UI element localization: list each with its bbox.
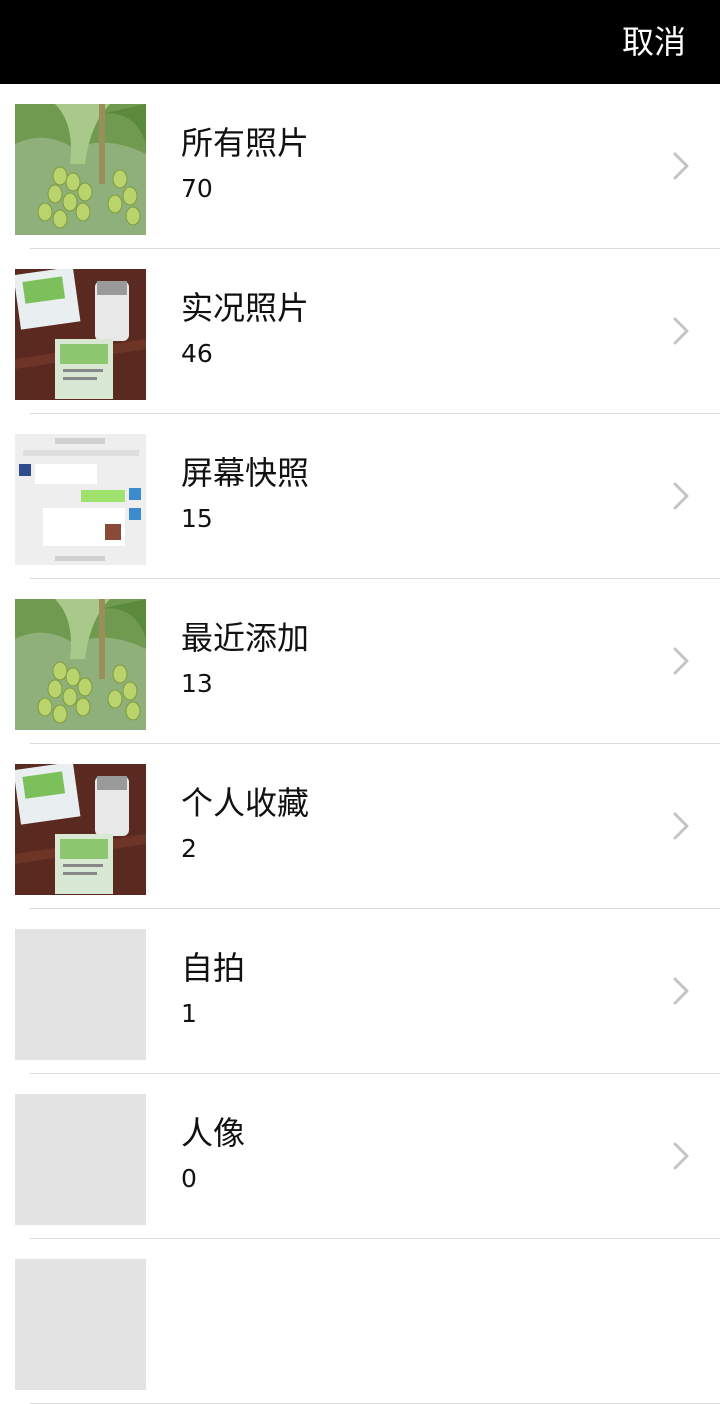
grape-cluster-photo [15,599,146,730]
chevron-right-icon [672,317,690,345]
album-thumbnail-placeholder [15,929,146,1060]
album-row-selfies[interactable]: 自拍 1 [0,909,720,1074]
chevron-right-icon [672,647,690,675]
product-packet-photo [15,764,146,895]
product-packet-photo [15,269,146,400]
album-row-all-photos[interactable]: 所有照片 70 [0,84,720,249]
grape-cluster-photo [15,104,146,235]
album-row-recently-added[interactable]: 最近添加 13 [0,579,720,744]
album-count: 70 [181,174,213,203]
album-count: 15 [181,504,213,533]
album-thumbnail-placeholder [15,1094,146,1225]
album-list: 所有照片 70 实况照片 46 屏幕快照 15 最近添加 13 个人收藏 2 自… [0,84,720,1404]
album-thumbnail [15,434,146,565]
album-row-favorites[interactable]: 个人收藏 2 [0,744,720,909]
chevron-right-icon [672,1142,690,1170]
album-count: 0 [181,1164,197,1193]
album-thumbnail-placeholder [15,1259,146,1390]
album-row-screenshots[interactable]: 屏幕快照 15 [0,414,720,579]
chevron-right-icon [672,812,690,840]
album-thumbnail [15,764,146,895]
album-title: 实况照片 [181,289,310,327]
album-row-partial[interactable] [0,1239,720,1404]
album-title: 所有照片 [181,124,310,162]
album-count: 46 [181,339,213,368]
album-thumbnail [15,599,146,730]
chat-screenshot [15,434,146,565]
album-count: 13 [181,669,213,698]
album-row-portraits[interactable]: 人像 0 [0,1074,720,1239]
chevron-right-icon [672,152,690,180]
album-title: 屏幕快照 [181,454,310,492]
album-title: 人像 [181,1114,246,1152]
album-thumbnail [15,104,146,235]
chevron-right-icon [672,977,690,1005]
chevron-right-icon [672,482,690,510]
album-title: 自拍 [181,949,246,987]
album-title: 个人收藏 [181,784,310,822]
album-count: 2 [181,834,197,863]
cancel-button[interactable]: 取消 [622,20,686,64]
navigation-bar: 取消 [0,0,720,84]
album-thumbnail [15,269,146,400]
album-title: 最近添加 [181,619,310,657]
album-row-live-photos[interactable]: 实况照片 46 [0,249,720,414]
album-count: 1 [181,999,197,1028]
